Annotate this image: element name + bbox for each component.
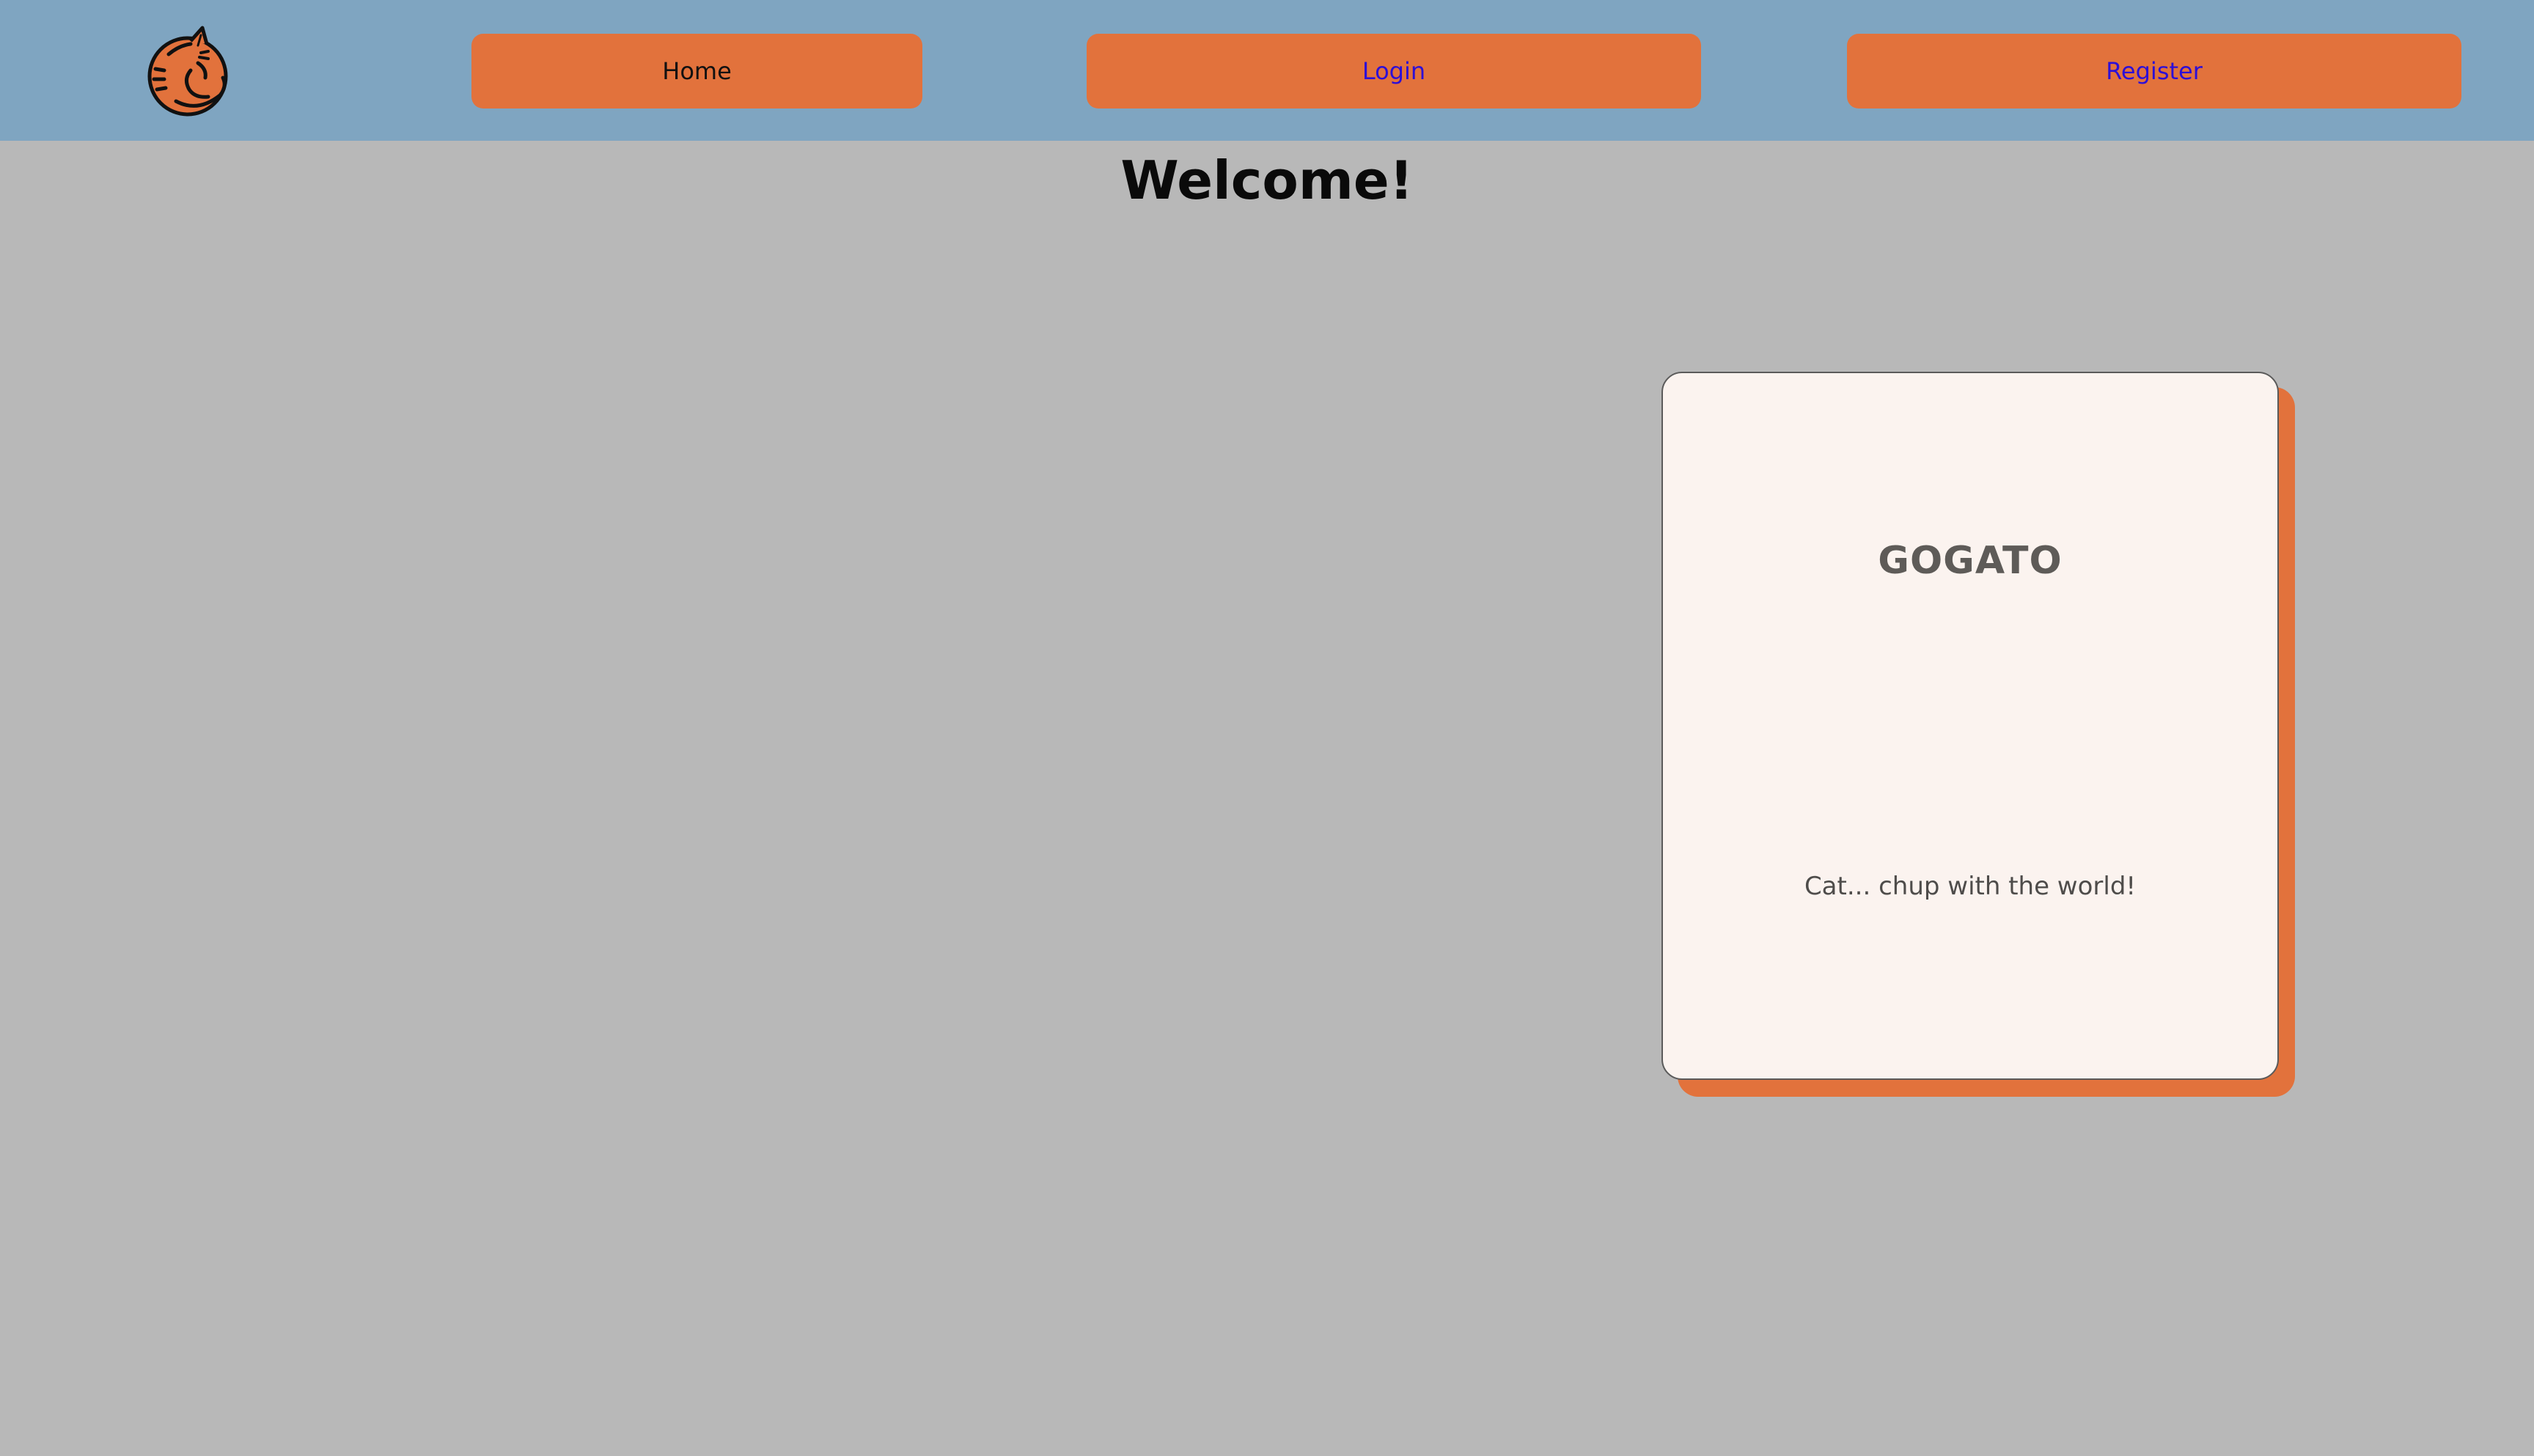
navbar: Home Login Register [0,0,2534,141]
card-title: GOGATO [1878,539,2063,583]
cat-logo-icon[interactable] [147,25,232,117]
card-tagline: Cat... chup with the world! [1804,872,2137,901]
nav-home-button[interactable]: Home [471,34,922,109]
page-title: Welcome! [1120,150,1414,211]
nav-login-button[interactable]: Login [1087,34,1701,109]
nav-register-button[interactable]: Register [1847,34,2461,109]
brand-card: GOGATO Cat... chup with the world! [1661,372,2279,1080]
